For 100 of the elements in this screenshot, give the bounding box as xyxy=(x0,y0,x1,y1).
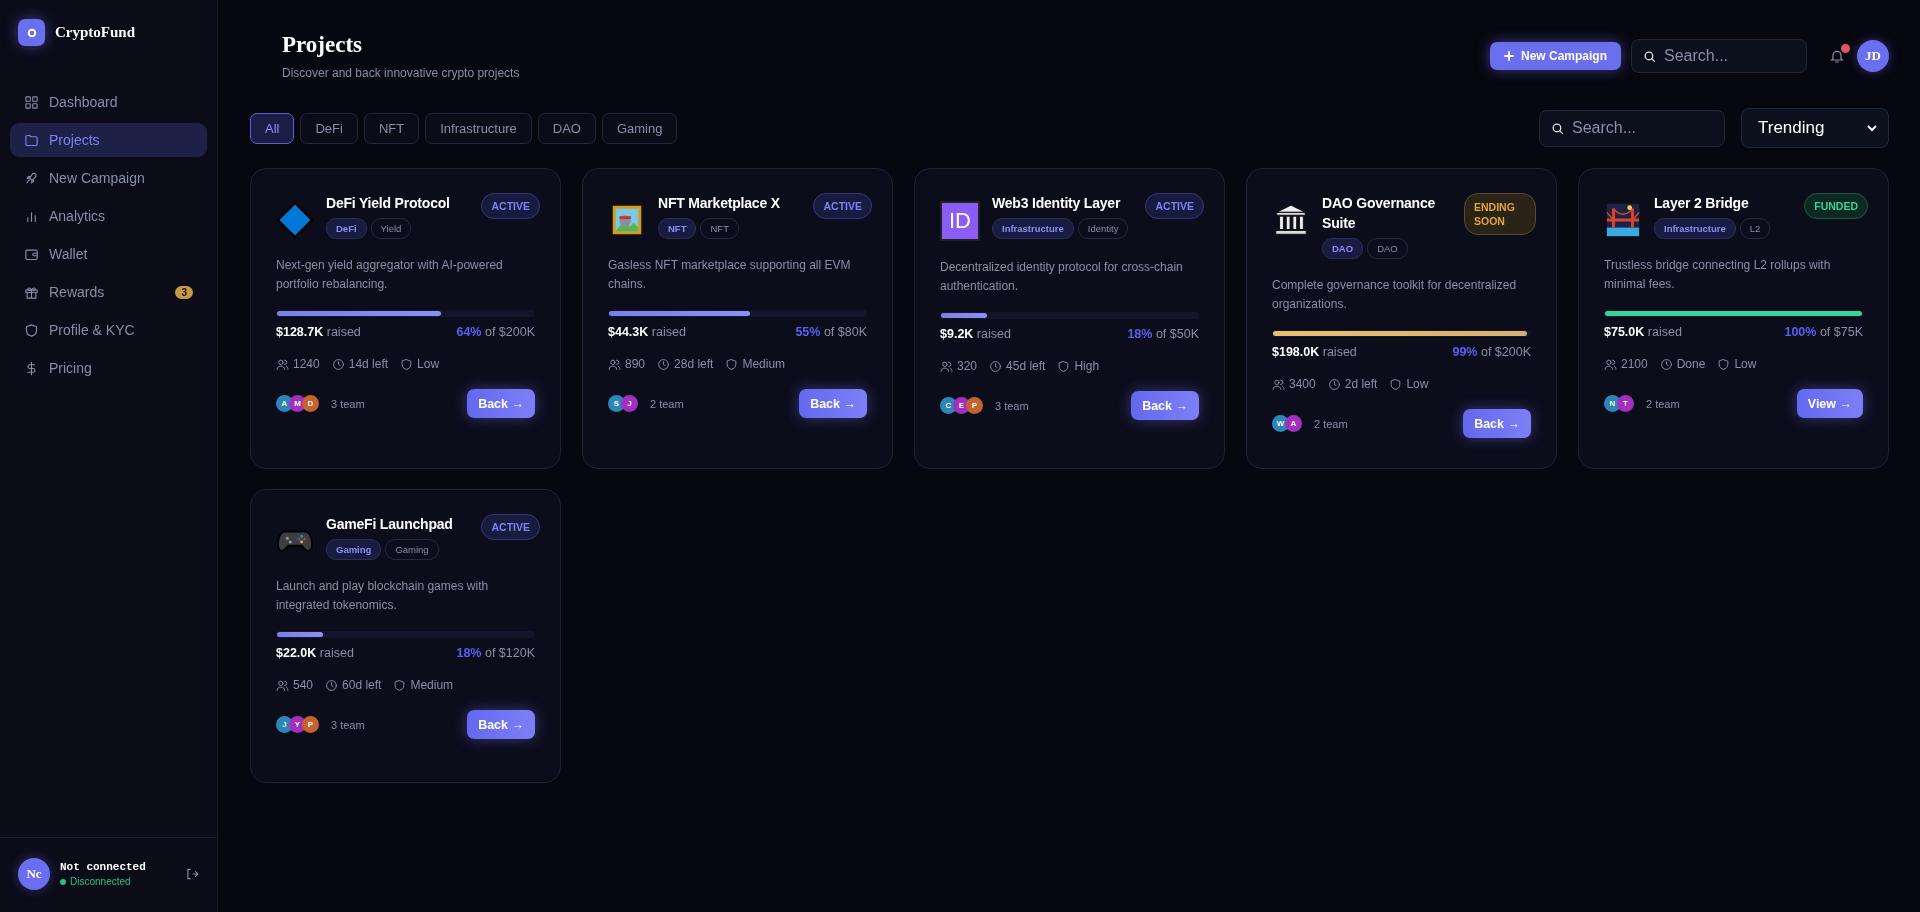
member-avatar: P xyxy=(966,397,983,414)
back-button[interactable]: Back → xyxy=(467,710,535,739)
project-description: Gasless NFT marketplace supporting all EVM chains. xyxy=(608,257,852,293)
status-dot xyxy=(60,878,66,885)
shield-icon xyxy=(1717,357,1731,371)
nav-item[interactable]: Projects xyxy=(10,123,207,157)
team-count: 2 team xyxy=(650,397,685,410)
plus-icon xyxy=(1504,51,1514,61)
search-field[interactable]: Search... xyxy=(1539,109,1725,147)
project-title: GameFi Launchpad xyxy=(326,515,454,534)
account-name: Not connected xyxy=(60,861,147,873)
time-left: 28d left xyxy=(674,357,714,371)
funded-percent: 99% xyxy=(1452,345,1478,359)
filter-chip[interactable]: Infrastructure xyxy=(425,112,532,144)
filter-chip[interactable]: NFT xyxy=(363,112,420,144)
goal-amount: of $80K xyxy=(823,325,867,339)
status-badge: FUNDED xyxy=(1804,193,1868,219)
users-icon xyxy=(276,678,289,692)
funded-percent: 64% xyxy=(456,325,482,339)
member-avatar: A xyxy=(1285,415,1302,432)
clock-icon xyxy=(989,359,1003,373)
clock-icon xyxy=(1659,357,1673,371)
bell-icon[interactable] xyxy=(1829,48,1845,64)
member-avatar: D xyxy=(302,395,319,412)
project-title: Layer 2 Bridge xyxy=(1654,194,1750,213)
nav-item[interactable]: Rewards 3 xyxy=(10,275,207,309)
id-logo: ID xyxy=(940,201,980,241)
back-button[interactable]: Back → xyxy=(1131,391,1199,420)
project-description: Next-gen yield aggregator with AI-powered portfolio rebalancing. xyxy=(276,257,504,293)
raised-amount: $128.7K raised xyxy=(276,325,361,339)
nav-item[interactable]: Pricing xyxy=(10,351,207,385)
back-button[interactable]: Back → xyxy=(799,389,867,418)
tag: Yield xyxy=(370,218,412,239)
filter-chip[interactable]: DAO xyxy=(537,112,596,144)
shield-icon xyxy=(400,357,414,371)
risk-level: Medium xyxy=(410,678,454,692)
tag: Gaming xyxy=(385,539,439,560)
goal-amount: of $120K xyxy=(484,646,535,660)
risk-level: Low xyxy=(1406,377,1429,391)
member-avatar: J xyxy=(621,395,638,412)
search-field[interactable]: Search... xyxy=(1631,39,1807,73)
sort-dropdown[interactable]: Trending xyxy=(1741,108,1889,148)
logout-icon[interactable] xyxy=(185,867,199,881)
tag: L2 xyxy=(1739,218,1771,239)
time-left: 2d left xyxy=(1344,377,1378,391)
backer-count: 320 xyxy=(957,359,978,373)
filter-chip[interactable]: DeFi xyxy=(300,112,358,144)
filter-chip[interactable]: All xyxy=(250,112,295,144)
shield-icon xyxy=(1057,359,1071,373)
app-name: CryptoFund xyxy=(55,24,136,41)
nav-item[interactable]: Dashboard xyxy=(10,85,207,119)
new-campaign-button[interactable]: New Campaign xyxy=(1490,42,1621,70)
nav-item[interactable]: Wallet xyxy=(10,237,207,271)
users-icon xyxy=(1272,377,1285,391)
project-title: Web3 Identity Layer xyxy=(992,194,1122,213)
time-left: 60d left xyxy=(342,678,382,692)
account-avatar: Nc xyxy=(18,858,50,890)
nav-item[interactable]: New Campaign xyxy=(10,161,207,195)
backer-count: 2100 xyxy=(1621,357,1648,371)
risk-level: Medium xyxy=(742,357,786,371)
project-description: Complete governance toolkit for decentralized organizations. xyxy=(1272,277,1518,313)
rocket-icon xyxy=(24,170,39,186)
tag: DAO xyxy=(1322,238,1364,259)
team-count: 2 team xyxy=(1646,397,1681,410)
time-left: 14d left xyxy=(348,357,389,371)
time-left: Done xyxy=(1676,357,1706,371)
shield-icon xyxy=(393,678,407,692)
project-title: NFT Marketplace X xyxy=(658,194,781,213)
back-button[interactable]: Back → xyxy=(1463,409,1531,438)
raised-amount: $9.2K raised xyxy=(940,327,1011,341)
funded-percent: 100% xyxy=(1784,325,1817,339)
status-badge: ACTIVE xyxy=(1145,193,1204,219)
tag: Gaming xyxy=(326,539,382,560)
tag: Infrastructure xyxy=(992,218,1074,239)
backer-count: 890 xyxy=(625,357,646,371)
users-icon xyxy=(608,357,621,371)
folder-icon xyxy=(24,132,39,148)
shield-icon xyxy=(1389,377,1403,391)
risk-level: High xyxy=(1074,359,1100,373)
clock-icon xyxy=(657,357,671,371)
diamond-icon xyxy=(276,201,314,239)
nav-item[interactable]: Profile & KYC xyxy=(10,313,207,347)
filter-chip[interactable]: Gaming xyxy=(601,112,678,144)
project-description: Trustless bridge connecting L2 rollups with minimal fees. xyxy=(1604,257,1832,293)
back-button[interactable]: View → xyxy=(1796,389,1863,418)
user-avatar[interactable]: JD xyxy=(1857,40,1889,72)
status-badge: ENDING SOON xyxy=(1464,193,1536,235)
goal-amount: of $75K xyxy=(1819,325,1863,339)
team-count: 3 team xyxy=(331,718,366,731)
connection-status: Disconnected xyxy=(70,876,131,887)
count-badge: 3 xyxy=(175,285,193,299)
goal-amount: of $50K xyxy=(1155,327,1199,341)
shield-icon xyxy=(725,357,739,371)
back-button[interactable]: Back → xyxy=(467,389,535,418)
raised-amount: $198.0K raised xyxy=(1272,345,1357,359)
tag: Identity xyxy=(1077,218,1129,239)
page-title: Projects xyxy=(282,32,364,58)
nav-item[interactable]: Analytics xyxy=(10,199,207,233)
users-icon xyxy=(276,357,289,371)
risk-level: Low xyxy=(1734,357,1757,371)
